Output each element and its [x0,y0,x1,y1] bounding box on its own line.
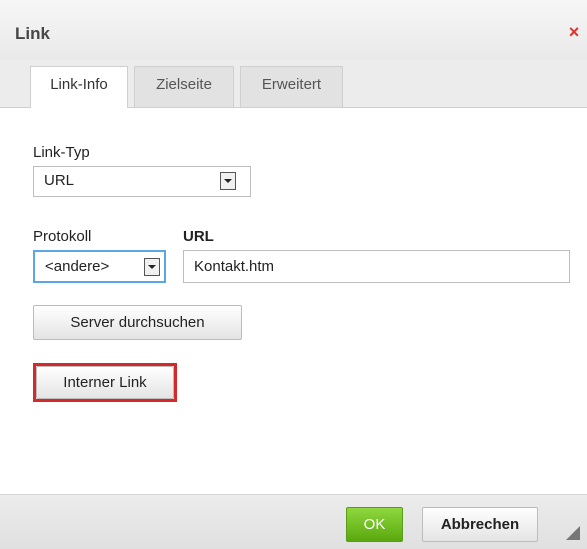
tab-bar: Link-Info Zielseite Erweitert [0,60,587,108]
tab-link-info[interactable]: Link-Info [30,66,128,108]
protocol-label: Protokoll [33,228,92,245]
protocol-value: <andere> [45,258,110,275]
browse-server-button[interactable]: Server durchsuchen [33,305,242,340]
cancel-button[interactable]: Abbrechen [422,507,538,542]
dialog-titlebar[interactable]: Link × [0,0,587,60]
resize-grip-icon[interactable] [566,526,580,540]
url-label: URL [183,228,214,245]
link-type-label: Link-Typ [33,144,90,161]
close-icon[interactable]: × [566,22,582,42]
tab-zielseite[interactable]: Zielseite [134,66,234,107]
dialog-title: Link [15,24,50,43]
link-type-select[interactable]: URL [33,166,251,197]
url-field[interactable]: Kontakt.htm [183,250,570,283]
ok-button[interactable]: OK [346,507,403,542]
chevron-down-icon[interactable] [220,172,236,190]
protocol-select[interactable]: <andere> [33,250,166,283]
link-type-value: URL [44,172,75,189]
highlight-box [33,363,177,402]
url-value: Kontakt.htm [194,258,275,275]
chevron-down-icon[interactable] [144,258,160,276]
tab-erweitert[interactable]: Erweitert [240,66,343,107]
link-dialog: Link × Link-Info Zielseite Erweitert Lin… [0,0,587,549]
